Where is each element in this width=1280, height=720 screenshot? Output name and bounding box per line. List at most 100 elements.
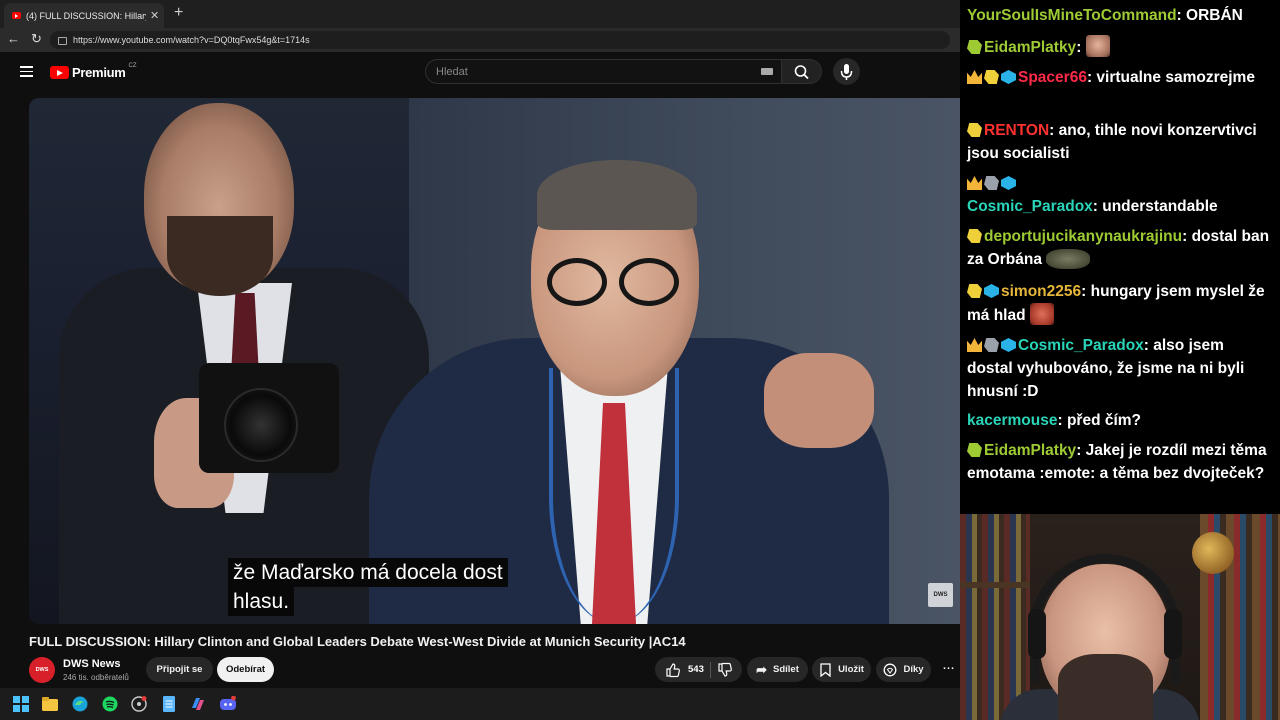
chat-text: understandable <box>1102 198 1218 215</box>
spotify-icon[interactable] <box>102 696 118 712</box>
like-dislike-group: 543 <box>655 657 742 682</box>
more-actions-icon[interactable]: ··· <box>942 659 955 676</box>
gem-badge-icon <box>1001 70 1016 84</box>
search-button[interactable] <box>782 59 822 84</box>
thumbs-up-icon <box>666 662 680 677</box>
join-button[interactable]: Připojit se <box>146 657 213 682</box>
discord-icon[interactable] <box>220 696 236 712</box>
gem-badge-icon <box>1001 338 1016 352</box>
video-subtitles: že Maďarsko má docela dost hlasu. <box>228 558 508 616</box>
chat-text: virtualne samozrejme <box>1096 69 1255 86</box>
youtube-logo[interactable]: Premium CZ <box>50 62 137 80</box>
file-explorer-icon[interactable] <box>42 696 58 712</box>
crocodile-emote-icon <box>1046 249 1091 269</box>
copilot-icon[interactable] <box>190 696 206 712</box>
share-label: Sdílet <box>773 664 799 675</box>
chat-username[interactable]: Cosmic_Paradox <box>967 198 1093 215</box>
gold-sub-badge-icon <box>967 284 982 298</box>
menu-icon[interactable] <box>20 66 33 77</box>
thanks-label: Díky <box>903 664 924 675</box>
youtube-play-icon <box>50 66 69 79</box>
chat-username[interactable]: Cosmic_Paradox <box>1018 337 1144 354</box>
chat-message: RENTON: ano, tihle novi konzervtivci jso… <box>967 122 1257 162</box>
chat-username[interactable]: EidamPlatky <box>984 39 1076 56</box>
dislike-button[interactable] <box>717 657 733 682</box>
crown-badge-icon <box>967 70 982 84</box>
subscribe-button[interactable]: Odebírat <box>217 657 274 682</box>
red-face-emote-icon <box>1029 303 1054 325</box>
channel-watermark[interactable]: DWS <box>928 583 953 607</box>
url-field[interactable]: https://www.youtube.com/watch?v=DQ0tqFwx… <box>50 31 950 49</box>
chat-username[interactable]: Spacer66 <box>1018 69 1087 86</box>
tab-bar: (4) FULL DISCUSSION: Hillary Clinton ✕ + <box>0 0 960 28</box>
url-text: https://www.youtube.com/watch?v=DQ0tqFwx… <box>73 35 310 45</box>
obs-app-icon[interactable] <box>131 696 147 712</box>
bookshelf-left <box>960 514 1030 720</box>
subtitle-line-2: hlasu. <box>228 587 295 616</box>
share-icon: ➦ <box>756 661 768 677</box>
save-label: Uložit <box>838 664 864 675</box>
globe-decoration <box>1192 532 1234 574</box>
video-title: FULL DISCUSSION: Hillary Clinton and Glo… <box>29 634 686 649</box>
taskbar <box>0 688 960 720</box>
super-thanks-icon <box>884 663 897 676</box>
site-info-icon[interactable] <box>58 37 67 45</box>
reload-icon[interactable]: ↻ <box>31 31 42 47</box>
chat-username[interactable]: RENTON <box>984 122 1049 139</box>
gem-badge-icon <box>1001 176 1016 190</box>
subtitle-line-1: že Maďarsko má docela dost <box>228 558 508 587</box>
chat-message: Spacer66: virtualne samozrejme <box>967 66 1273 89</box>
tab-close-icon[interactable]: ✕ <box>150 9 159 22</box>
thanks-button[interactable]: Díky <box>876 657 931 682</box>
browser-tab[interactable]: (4) FULL DISCUSSION: Hillary Clinton ✕ <box>4 3 164 28</box>
keyboard-icon[interactable] <box>761 68 773 75</box>
chat-message: EidamPlatky: <box>967 35 1273 59</box>
chat-message: EidamPlatky: Jakej je rozdíl mezi těma e… <box>967 442 1267 482</box>
chat-username[interactable]: EidamPlatky <box>984 442 1076 459</box>
edge-browser-icon[interactable] <box>72 696 88 712</box>
youtube-header: Premium CZ <box>0 52 960 92</box>
new-tab-button[interactable]: + <box>174 4 183 22</box>
channel-avatar[interactable]: DWS <box>29 657 55 683</box>
chat-message: simon2256: hungary jsem myslel že má hla… <box>967 283 1265 325</box>
chat-text: ORBÁN <box>1186 7 1243 24</box>
chat-message: Cosmic_Paradox: understandable <box>967 172 1273 218</box>
search-box[interactable] <box>425 59 782 84</box>
camera-in-video <box>199 363 339 473</box>
sub-badge-icon <box>967 443 982 457</box>
chat-message: YourSoulIsMineToCommand: ORBÁN <box>967 7 1243 24</box>
chat-username[interactable]: deportujucikanynaukrajinu <box>984 228 1182 245</box>
mic-icon <box>840 64 853 80</box>
chat-username[interactable]: YourSoulIsMineToCommand <box>967 7 1177 24</box>
like-button[interactable]: 543 <box>655 657 704 682</box>
save-button[interactable]: Uložit <box>812 657 871 682</box>
streamer-webcam <box>960 514 1280 720</box>
gem-badge-icon <box>984 284 999 298</box>
search-input[interactable] <box>434 65 738 79</box>
crown-badge-icon <box>967 338 982 352</box>
voice-search-button[interactable] <box>833 58 860 85</box>
gold-sub-badge-icon <box>967 123 982 137</box>
chat-username[interactable]: simon2256 <box>1001 283 1081 300</box>
subscriber-count: 246 tis. odběratelů <box>63 673 129 682</box>
chat-message: deportujucikanynaukrajinu: dostal ban za… <box>967 228 1270 269</box>
channel-name[interactable]: DWS News <box>63 658 120 670</box>
crown-badge-icon <box>967 176 982 190</box>
notepad-icon[interactable] <box>161 696 177 712</box>
sub-badge-icon <box>967 40 982 54</box>
like-count: 543 <box>688 664 704 675</box>
search-icon <box>794 65 809 80</box>
youtube-favicon-icon <box>12 12 21 19</box>
gray-sub-badge-icon <box>984 176 999 190</box>
video-player[interactable]: že Maďarsko má docela dost hlasu. DWS <box>29 98 960 624</box>
tab-title: (4) FULL DISCUSSION: Hillary Clinton <box>26 10 146 21</box>
address-bar: ← ↻ https://www.youtube.com/watch?v=DQ0t… <box>0 28 960 52</box>
face-emote-icon <box>1085 35 1110 57</box>
share-button[interactable]: ➦ Sdílet <box>747 657 808 682</box>
windows-start-icon[interactable] <box>13 696 29 712</box>
back-arrow-icon[interactable]: ← <box>7 31 20 46</box>
country-code: CZ <box>128 62 137 69</box>
chat-username[interactable]: kacermouse <box>967 412 1057 429</box>
gold-sub-badge-icon <box>984 70 999 84</box>
gray-sub-badge-icon <box>984 338 999 352</box>
